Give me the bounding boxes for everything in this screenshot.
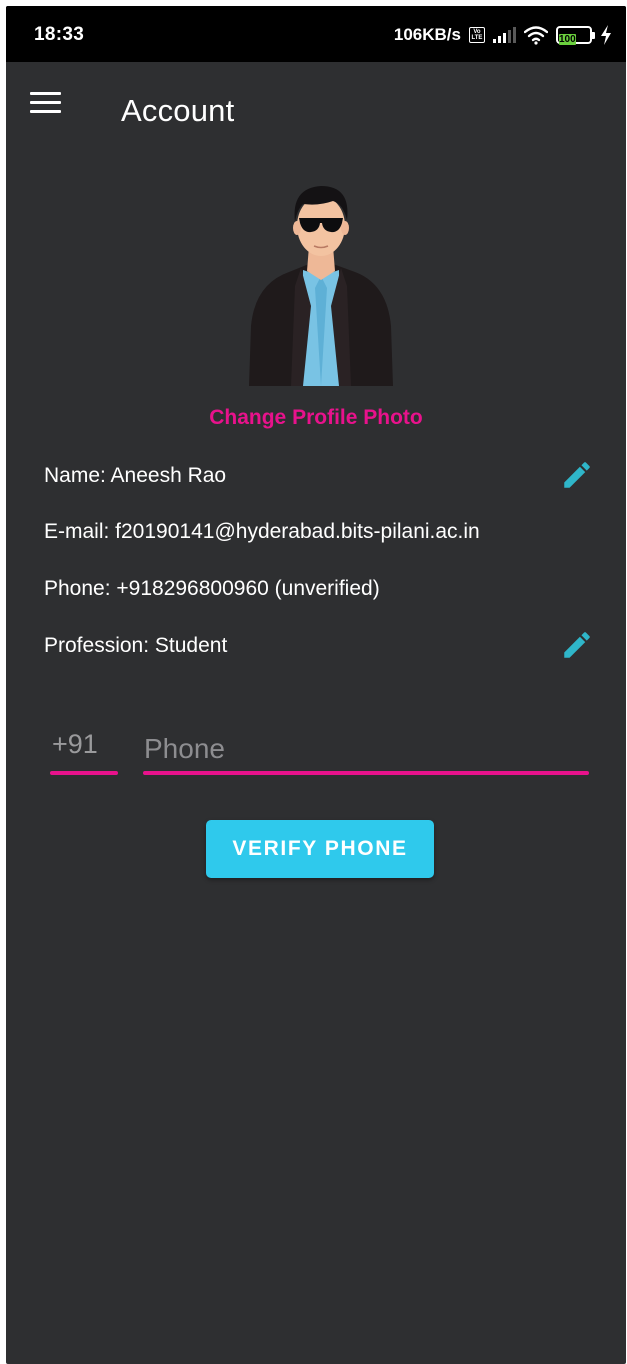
country-code-text: +91 (52, 729, 98, 759)
edit-name-pencil-icon[interactable] (560, 458, 594, 492)
page-title: Account (121, 93, 235, 128)
status-bar: 18:33 106KB/s Vo LTE 100 (6, 6, 626, 62)
phone-input-container (143, 729, 589, 775)
name-text: Name: Aneesh Rao (44, 464, 227, 487)
status-indicators: 106KB/s Vo LTE 100 (394, 22, 612, 48)
email-row: E-mail: f20190141@hyderabad.bits-pilani.… (44, 520, 604, 544)
status-time: 18:33 (34, 24, 85, 45)
phone-input-underline (143, 771, 589, 775)
app-screen: 18:33 106KB/s Vo LTE 100 Account Change … (6, 6, 626, 1364)
name-row: Name: Aneesh Rao (44, 462, 604, 488)
verify-phone-button[interactable]: VERIFY PHONE (206, 820, 434, 878)
hamburger-menu-icon[interactable] (30, 92, 64, 120)
app-bar: Account (6, 62, 626, 152)
edit-profession-pencil-icon[interactable] (560, 628, 594, 662)
phone-input[interactable] (143, 729, 589, 769)
country-code-underline (50, 771, 118, 775)
country-code-field[interactable]: +91 (50, 729, 118, 775)
profession-row: Profession: Student (44, 632, 604, 658)
battery-icon: 100 (556, 26, 595, 45)
change-profile-photo-link[interactable]: Change Profile Photo (6, 406, 626, 430)
network-speed: 106KB/s (393, 25, 461, 44)
signal-icon (493, 27, 516, 43)
avatar[interactable] (241, 176, 401, 391)
phone-row: Phone: +918296800960 (unverified) (44, 577, 604, 601)
wifi-icon (524, 26, 548, 45)
volte-icon: Vo LTE (469, 27, 485, 43)
charging-bolt-icon (601, 25, 611, 45)
battery-level: 100 (559, 34, 576, 45)
profession-text: Profession: Student (44, 634, 228, 657)
phone-text: Phone: +918296800960 (unverified) (44, 577, 380, 600)
email-text: E-mail: f20190141@hyderabad.bits-pilani.… (44, 520, 480, 543)
